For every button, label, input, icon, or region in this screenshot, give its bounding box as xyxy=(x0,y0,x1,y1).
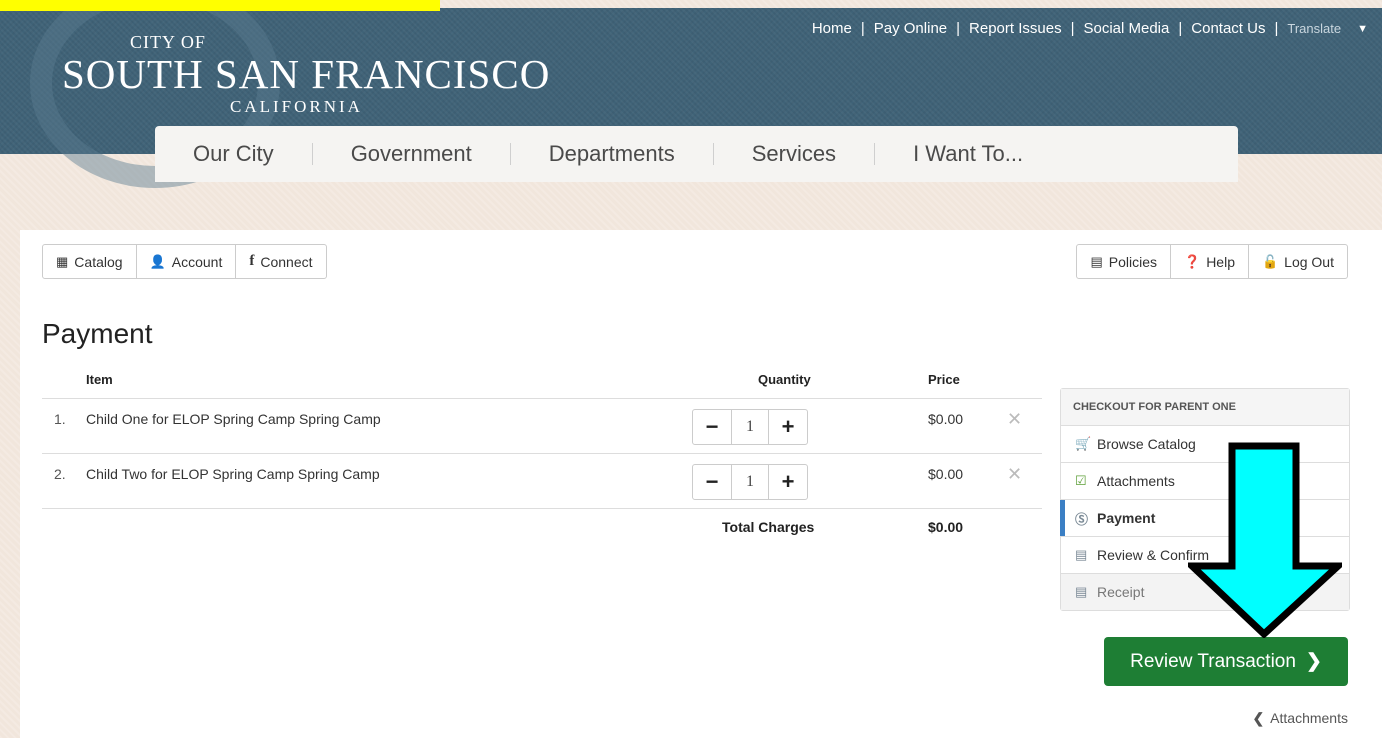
separator: | xyxy=(1070,20,1075,37)
quantity-stepper: − 1 + xyxy=(692,464,808,500)
row-number: 1. xyxy=(54,411,66,427)
remove-icon[interactable]: ✕ xyxy=(1007,409,1022,430)
nav-services[interactable]: Services xyxy=(714,141,874,167)
remove-icon[interactable]: ✕ xyxy=(1007,464,1022,485)
step-label: Browse Catalog xyxy=(1097,436,1196,452)
annotation-arrow-icon xyxy=(1188,442,1342,638)
caret-down-icon[interactable]: ▼ xyxy=(1357,23,1368,35)
quantity-input[interactable]: 1 xyxy=(731,410,769,444)
report-issues-link[interactable]: Report Issues xyxy=(969,20,1062,37)
utility-nav: Home | Pay Online | Report Issues | Soci… xyxy=(812,20,1368,37)
document-icon: ▤ xyxy=(1075,584,1088,599)
cart-header-row: Item Quantity Price xyxy=(42,370,1042,399)
chevron-right-icon: ❯ xyxy=(1305,651,1322,672)
row-number: 2. xyxy=(54,466,66,482)
grid-icon: ▦ xyxy=(56,253,69,269)
cart-icon: 🛒 xyxy=(1075,436,1092,451)
question-icon: ❓ xyxy=(1184,253,1201,269)
social-media-link[interactable]: Social Media xyxy=(1083,20,1169,37)
help-button[interactable]: ❓ Help xyxy=(1171,245,1249,278)
clipboard-check-icon: ☑ xyxy=(1075,473,1087,488)
item-price: $0.00 xyxy=(928,466,964,482)
quantity-input[interactable]: 1 xyxy=(731,465,769,499)
item-name: Child One for ELOP Spring Camp Spring Ca… xyxy=(86,411,381,427)
main-nav: Our City Government Departments Services… xyxy=(155,126,1238,182)
total-charges-value: $0.00 xyxy=(928,519,964,535)
user-icon: 👤 xyxy=(149,253,166,269)
connect-button[interactable]: f Connect xyxy=(236,245,325,278)
total-charges-label: Total Charges xyxy=(722,519,815,535)
connect-label: Connect xyxy=(260,253,313,270)
decrement-button[interactable]: − xyxy=(693,410,731,444)
nav-our-city[interactable]: Our City xyxy=(155,141,312,167)
checkout-heading: CHECKOUT FOR PARENT ONE xyxy=(1061,389,1349,426)
facebook-icon: f xyxy=(249,253,255,269)
step-label: Receipt xyxy=(1097,584,1145,600)
review-transaction-label: Review Transaction xyxy=(1130,650,1296,672)
highlight-bar xyxy=(0,0,440,11)
increment-button[interactable]: + xyxy=(769,465,807,499)
pay-online-link[interactable]: Pay Online xyxy=(874,20,947,37)
increment-button[interactable]: + xyxy=(769,410,807,444)
review-transaction-button[interactable]: Review Transaction ❯ xyxy=(1104,637,1348,686)
logo-state: CALIFORNIA xyxy=(230,97,363,116)
column-header-price: Price xyxy=(928,372,960,387)
table-row: 1. Child One for ELOP Spring Camp Spring… xyxy=(42,399,1042,454)
catalog-button[interactable]: ▦ Catalog xyxy=(43,245,137,278)
step-label: Attachments xyxy=(1097,473,1175,489)
chevron-left-icon: ❮ xyxy=(1252,710,1265,726)
totals-row: Total Charges $0.00 xyxy=(42,509,1042,549)
account-toolbar: ▦ Catalog 👤 Account f Connect xyxy=(42,244,327,279)
help-toolbar: ▤ Policies ❓ Help 🔓 Log Out xyxy=(1076,244,1348,279)
item-name: Child Two for ELOP Spring Camp Spring Ca… xyxy=(86,466,380,482)
help-label: Help xyxy=(1206,253,1235,270)
dollar-circle-icon: Ⓢ xyxy=(1075,511,1089,527)
table-row: 2. Child Two for ELOP Spring Camp Spring… xyxy=(42,454,1042,509)
policies-label: Policies xyxy=(1108,253,1157,270)
nav-departments[interactable]: Departments xyxy=(511,141,713,167)
logout-label: Log Out xyxy=(1284,253,1334,270)
catalog-label: Catalog xyxy=(74,253,123,270)
nav-i-want-to[interactable]: I Want To... xyxy=(875,141,1061,167)
cart-table: Item Quantity Price 1. Child One for ELO… xyxy=(42,370,1042,549)
separator: | xyxy=(860,20,865,37)
nav-government[interactable]: Government xyxy=(313,141,510,167)
step-label: Payment xyxy=(1097,510,1156,526)
quantity-stepper: − 1 + xyxy=(692,409,808,445)
content-panel: ▦ Catalog 👤 Account f Connect ▤ Policies… xyxy=(20,230,1382,738)
unlock-icon: 🔓 xyxy=(1261,253,1279,269)
home-link[interactable]: Home xyxy=(812,20,852,37)
decrement-button[interactable]: − xyxy=(693,465,731,499)
back-link-label: Attachments xyxy=(1270,710,1348,726)
separator: | xyxy=(1178,20,1183,37)
separator: | xyxy=(1274,20,1279,37)
logo-city-name[interactable]: SOUTH SAN FRANCISCO xyxy=(62,50,550,98)
contact-us-link[interactable]: Contact Us xyxy=(1191,20,1265,37)
item-price: $0.00 xyxy=(928,411,964,427)
page-title: Payment xyxy=(42,318,153,349)
document-icon: ▤ xyxy=(1075,547,1088,562)
back-to-attachments-link[interactable]: ❮ Attachments xyxy=(1252,710,1348,727)
column-header-quantity: Quantity xyxy=(758,372,811,387)
logout-button[interactable]: 🔓 Log Out xyxy=(1249,245,1347,278)
policies-button[interactable]: ▤ Policies xyxy=(1077,245,1171,278)
account-label: Account xyxy=(171,253,223,270)
separator: | xyxy=(956,20,961,37)
translate-dropdown[interactable]: Translate xyxy=(1287,21,1341,36)
column-header-item: Item xyxy=(86,372,113,387)
account-button[interactable]: 👤 Account xyxy=(137,245,237,278)
document-icon: ▤ xyxy=(1090,253,1103,269)
